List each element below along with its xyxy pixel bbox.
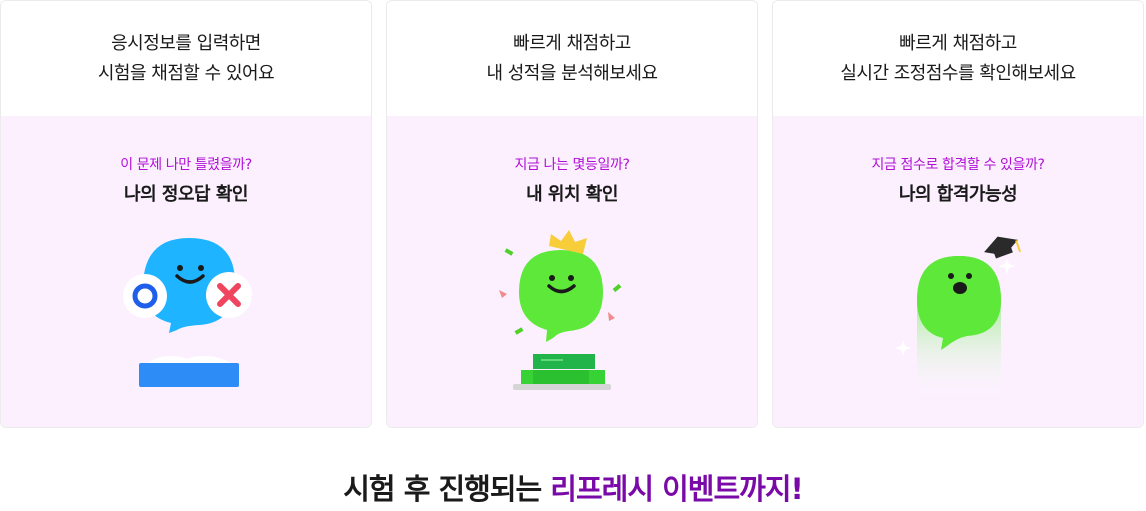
card-header-line1: 빠르게 채점하고: [899, 32, 1017, 54]
card-header-line2: 시험을 채점할 수 있어요: [97, 62, 275, 84]
card-header: 빠르게 채점하고 실시간 조정점수를 확인해보세요: [773, 1, 1143, 116]
mascot-crown-illustration: [499, 230, 622, 390]
card-question: 지금 나는 몇등일까?: [514, 157, 630, 173]
card-header: 응시정보를 입력하면 시험을 채점할 수 있어요: [1, 1, 371, 116]
card-question: 이 문제 나만 틀렸을까?: [120, 157, 252, 173]
card-question: 지금 점수로 합격할 수 있을까?: [871, 157, 1045, 173]
card-header-line2: 실시간 조정점수를 확인해보세요: [840, 62, 1076, 84]
card-header: 빠르게 채점하고 내 성적을 분석해보세요: [387, 1, 757, 116]
card-header-line1: 응시정보를 입력하면: [111, 32, 261, 54]
event-headline-part1: 시험 후 진행되는: [343, 472, 542, 506]
mascot-graduation-illustration: [895, 236, 1022, 400]
card-title: 나의 정오답 확인: [124, 184, 248, 205]
card-body: 지금 점수로 합격할 수 있을까? 나의 합격가능성: [773, 116, 1143, 427]
feature-card-answers: 응시정보를 입력하면 시험을 채점할 수 있어요 이 문제 나만 틀렸을까? 나…: [0, 0, 372, 428]
event-headline: 시험 후 진행되는 리프레시 이벤트까지!: [0, 466, 1146, 508]
feature-card-pass-chance: 빠르게 채점하고 실시간 조정점수를 확인해보세요 지금 점수로 합격할 수 있…: [772, 0, 1144, 428]
feature-card-rank: 빠르게 채점하고 내 성적을 분석해보세요 지금 나는 몇등일까? 내 위치 확…: [386, 0, 758, 428]
card-body: 지금 나는 몇등일까? 내 위치 확인: [387, 116, 757, 427]
card-header-line1: 빠르게 채점하고: [513, 32, 631, 54]
card-header-line2: 내 성적을 분석해보세요: [486, 62, 658, 84]
card-title: 나의 합격가능성: [898, 184, 1018, 205]
card-body: 이 문제 나만 틀렸을까? 나의 정오답 확인: [1, 116, 371, 427]
event-headline-part2: 리프레시 이벤트까지!: [550, 472, 803, 506]
card-title: 내 위치 확인: [526, 184, 618, 205]
mascot-ox-illustration: [123, 238, 252, 387]
